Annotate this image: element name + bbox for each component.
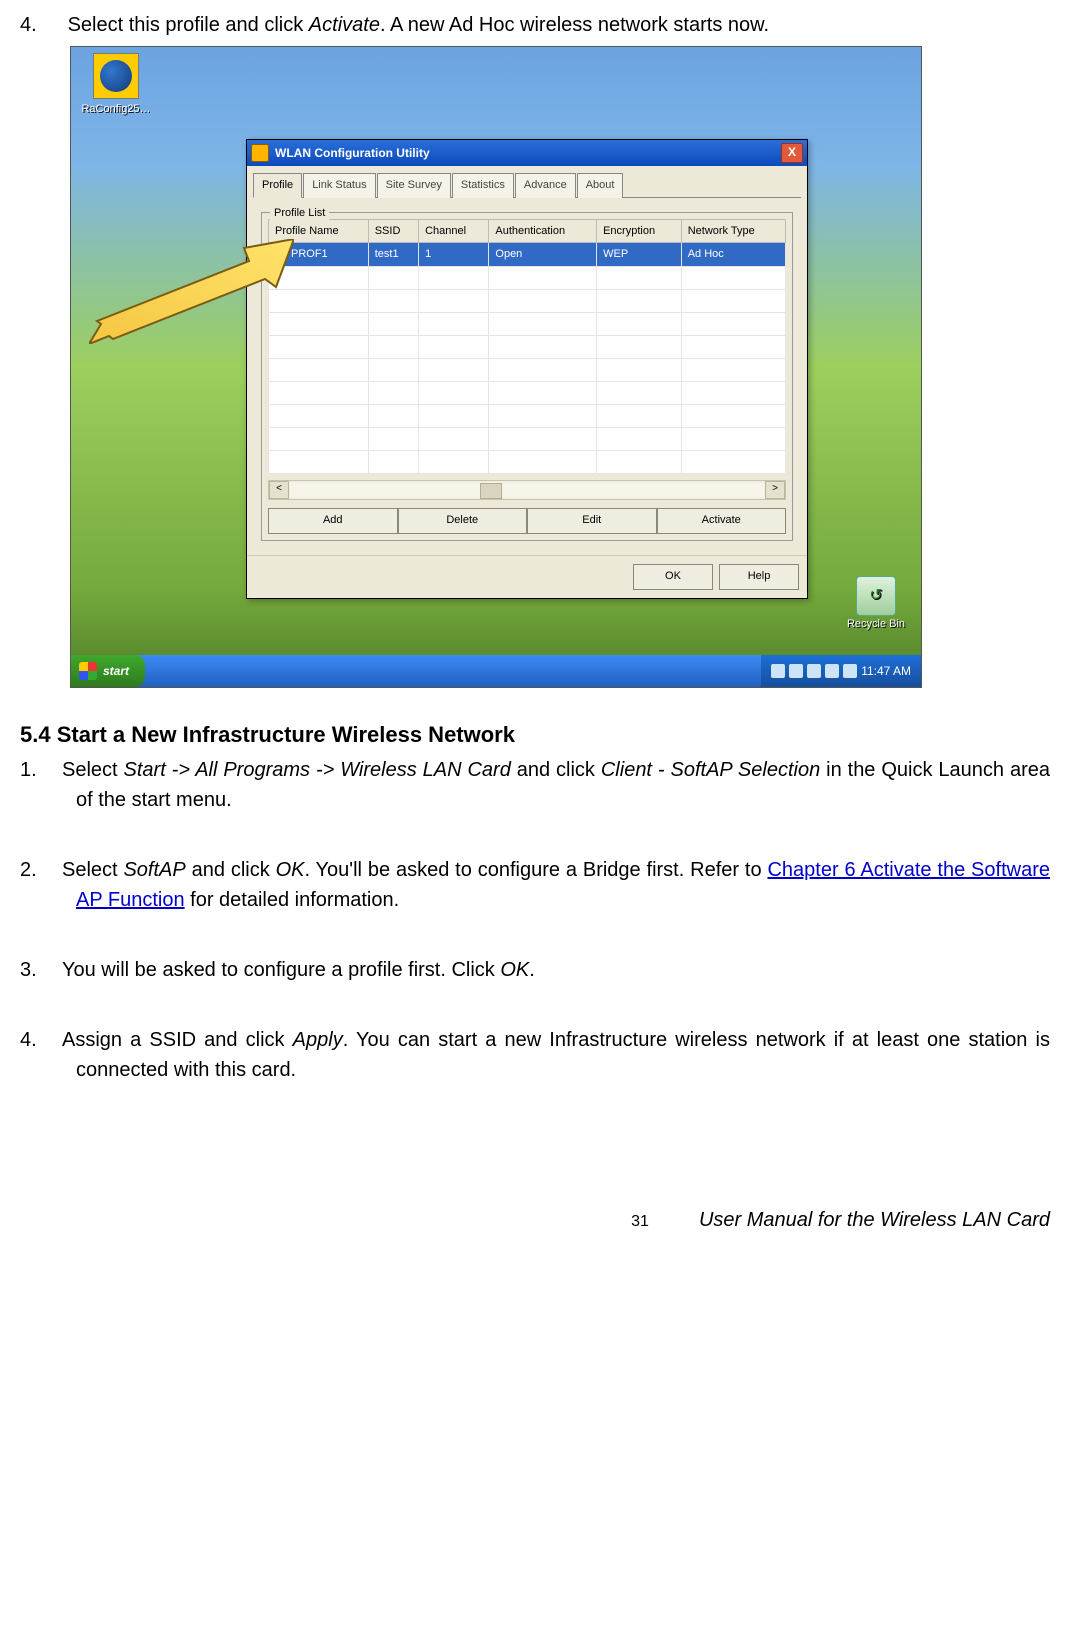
step-3: 3.You will be asked to configure a profi… xyxy=(20,955,1050,985)
tab-pane: Profile List Profile Name SSID Channel A… xyxy=(253,204,801,549)
recycle-label: Recycle Bin xyxy=(843,616,909,633)
step-1: 1.Select Start -> All Programs -> Wirele… xyxy=(20,755,1050,815)
page-footer: 31 User Manual for the Wireless LAN Card xyxy=(20,1205,1050,1235)
tray-icon[interactable] xyxy=(789,664,803,678)
activate-term: Activate xyxy=(309,14,380,36)
scroll-right-icon[interactable]: > xyxy=(765,481,785,499)
taskbar: start 11:47 AM xyxy=(71,655,921,687)
table-row xyxy=(269,381,786,404)
step-4: 4.Assign a SSID and click Apply. You can… xyxy=(20,1025,1050,1085)
step-2: 2.Select SoftAP and click OK. You'll be … xyxy=(20,855,1050,915)
col-network-type[interactable]: Network Type xyxy=(681,219,785,243)
cell-channel: 1 xyxy=(419,243,489,267)
section-heading: 5.4 Start a New Infrastructure Wireless … xyxy=(20,718,1050,751)
add-button[interactable]: Add xyxy=(268,508,398,534)
raconfig-label: RaConfig25… xyxy=(81,101,151,118)
scroll-thumb[interactable] xyxy=(480,483,502,499)
table-row[interactable]: PROF1 test1 1 Open WEP Ad Hoc xyxy=(269,243,786,267)
table-row xyxy=(269,289,786,312)
horizontal-scrollbar[interactable]: < > xyxy=(268,480,786,500)
scroll-left-icon[interactable]: < xyxy=(269,481,289,499)
tray-icon[interactable] xyxy=(771,664,785,678)
wlan-window: WLAN Configuration Utility X Profile Lin… xyxy=(246,139,808,599)
tab-site-survey[interactable]: Site Survey xyxy=(377,173,451,198)
activate-button[interactable]: Activate xyxy=(657,508,787,534)
embedded-screenshot: RaConfig25… Recycle Bin WLAN Configurati… xyxy=(70,46,922,688)
table-row xyxy=(269,358,786,381)
step4-text: Select this profile and click Activate. … xyxy=(68,14,769,36)
check-icon xyxy=(275,247,287,259)
titlebar[interactable]: WLAN Configuration Utility X xyxy=(247,140,807,166)
table-row xyxy=(269,404,786,427)
windows-logo-icon xyxy=(79,662,97,680)
footer-title: User Manual for the Wireless LAN Card xyxy=(699,1205,1050,1235)
help-button[interactable]: Help xyxy=(719,564,799,590)
tab-link-status[interactable]: Link Status xyxy=(303,173,375,198)
table-row xyxy=(269,450,786,473)
desktop-icon-raconfig: RaConfig25… xyxy=(81,53,151,118)
ok-button[interactable]: OK xyxy=(633,564,713,590)
tab-statistics[interactable]: Statistics xyxy=(452,173,514,198)
tray-icon[interactable] xyxy=(843,664,857,678)
table-row xyxy=(269,335,786,358)
clock: 11:47 AM xyxy=(861,662,911,680)
cell-profile-name: PROF1 xyxy=(269,243,369,267)
table-row xyxy=(269,312,786,335)
desktop-icon-recycle: Recycle Bin xyxy=(843,576,909,633)
table-row xyxy=(269,427,786,450)
cell-ssid: test1 xyxy=(368,243,418,267)
system-tray[interactable]: 11:47 AM xyxy=(761,655,921,687)
app-icon xyxy=(251,144,269,162)
table-row xyxy=(269,266,786,289)
tray-icon[interactable] xyxy=(825,664,839,678)
col-channel[interactable]: Channel xyxy=(419,219,489,243)
page-number: 31 xyxy=(631,1210,649,1234)
col-ssid[interactable]: SSID xyxy=(368,219,418,243)
step4-intro: 4. Select this profile and click Activat… xyxy=(20,10,1050,40)
step4-number: 4. xyxy=(20,10,62,40)
raconfig-icon xyxy=(93,53,139,99)
close-button[interactable]: X xyxy=(781,143,803,163)
recycle-icon xyxy=(856,576,896,616)
cell-enc: WEP xyxy=(597,243,682,267)
profile-buttons: Add Delete Edit Activate xyxy=(268,508,786,534)
tray-icon[interactable] xyxy=(807,664,821,678)
profile-table[interactable]: Profile Name SSID Channel Authentication… xyxy=(268,219,786,474)
profile-list-group: Profile List Profile Name SSID Channel A… xyxy=(261,212,793,541)
delete-button[interactable]: Delete xyxy=(398,508,528,534)
start-button[interactable]: start xyxy=(71,655,145,687)
tab-about[interactable]: About xyxy=(577,173,624,198)
group-legend: Profile List xyxy=(270,205,329,222)
tab-profile[interactable]: Profile xyxy=(253,173,302,198)
col-auth[interactable]: Authentication xyxy=(489,219,597,243)
scroll-track[interactable] xyxy=(290,483,764,497)
step-list: 1.Select Start -> All Programs -> Wirele… xyxy=(20,755,1050,1085)
cell-type: Ad Hoc xyxy=(681,243,785,267)
col-profile-name[interactable]: Profile Name xyxy=(269,219,369,243)
window-title: WLAN Configuration Utility xyxy=(275,144,430,162)
start-label: start xyxy=(103,662,129,680)
tab-strip: Profile Link Status Site Survey Statisti… xyxy=(247,166,807,197)
dialog-buttons: OK Help xyxy=(247,555,807,598)
edit-button[interactable]: Edit xyxy=(527,508,657,534)
cell-auth: Open xyxy=(489,243,597,267)
col-encryption[interactable]: Encryption xyxy=(597,219,682,243)
tab-advance[interactable]: Advance xyxy=(515,173,576,198)
